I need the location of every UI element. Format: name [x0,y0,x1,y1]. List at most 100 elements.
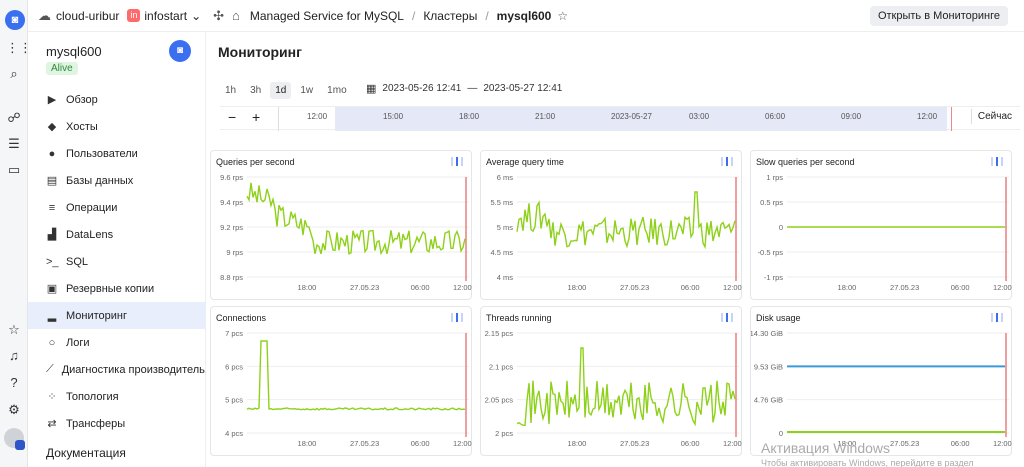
home-icon[interactable]: ⌂ [232,8,240,23]
x-tick-label: 18:00 [298,283,317,292]
sidebar-item[interactable]: ● Пользователи [28,140,206,167]
range-button[interactable]: 1mo [322,82,351,99]
now-button[interactable]: Сейчас [970,109,1018,124]
cloud-logo-icon[interactable]: ◙ [5,10,25,30]
series-line [516,347,736,427]
crumb-clusters[interactable]: Кластеры [423,9,477,23]
sql-icon: >_ [46,255,59,268]
calendar-icon: ▦ [366,83,377,95]
date-from: 2023-05-26 12:41 [382,83,462,94]
zoom-out-button[interactable]: − [228,109,236,125]
sidebar-item[interactable]: ◆ Хосты [28,113,206,140]
service-gear-icon[interactable]: ✣ [213,8,224,24]
logs-icon: ○ [48,336,56,349]
list-icon[interactable]: ☰ [6,136,22,152]
chart-plot: 1 rps 0.5 rps 0 -0.5 rps -1 rps 18:00 27.05.23… [758,173,1012,292]
chart-title: Disk usage [756,313,801,323]
sidebar-item[interactable]: ⇄ Трансферы [28,410,206,437]
apps-grid-icon[interactable]: ⋮⋮ [6,40,32,56]
sidebar-item[interactable]: ▶ Обзор [28,86,206,113]
date-to: 2023-05-27 12:41 [483,83,563,94]
sidebar-item[interactable]: ▣ Резервные копии [28,275,206,302]
help-icon[interactable]: ? [6,375,22,391]
date-range[interactable]: ▦ 2023-05-26 12:41 — 2023-05-27 12:41 [366,82,562,95]
sidebar-item[interactable]: ○ Логи [28,329,206,356]
y-tick-label: 4.5 ms [490,248,513,257]
y-tick-label: 2 pcs [495,429,513,438]
x-tick-label: 12:00 [453,439,472,448]
chart-title: Connections [216,313,267,323]
timeline-tick-label: 06:00 [765,112,786,121]
chart-panel: Average query time 6 ms 5.5 ms 5 ms 4.5 ms 4 … [480,150,742,300]
x-tick-label: 06:00 [951,439,970,448]
services-icon[interactable]: ☍ [6,110,22,126]
sidebar-item[interactable]: ≡ Операции [28,194,206,221]
y-tick-label: -0.5 rps [758,248,784,257]
favorite-star-icon[interactable]: ☆ [557,9,568,23]
settings-gear-icon[interactable]: ⚙ [6,402,22,418]
chart-menu-icon[interactable] [991,313,1003,322]
timeline-track[interactable]: 12:00 15:00 18:00 21:00 2023-05-27 03:00 06:00… [278,107,966,131]
chart-plot: 7 pcs 6 pcs 5 pcs 4 pcs 18:00 27.05.23 06:00 12… [225,329,472,448]
sidebar-item[interactable]: ▂ Мониторинг [28,302,206,329]
chart-title: Threads running [486,313,552,323]
chart-panel: Queries per second 9.6 rps 9.4 rps 9.2 rps 9… [210,150,472,300]
open-monitoring-button[interactable]: Открыть в Мониторинге [869,6,1008,26]
users-icon: ● [48,147,56,160]
notifications-bell-icon[interactable]: ♫ [6,348,22,364]
y-tick-label: 6 pcs [225,362,243,371]
y-tick-label: 5 pcs [225,396,243,405]
crumb-separator: / [485,8,489,23]
timeline-tick-label: 09:00 [841,112,862,121]
sidebar-item[interactable]: ⁘ Топология [28,383,206,410]
chart-title: Slow queries per second [756,157,855,167]
sidebar-item-label: Обзор [66,93,98,106]
timeline-now-line [951,107,952,131]
sidebar-item[interactable]: >_ SQL [28,248,206,275]
chart-menu-icon[interactable] [721,157,733,166]
range-button[interactable]: 1d [270,82,292,99]
search-icon[interactable]: ⌕ [6,66,22,82]
favorites-star-icon[interactable]: ☆ [6,322,22,338]
cloud-selector[interactable]: ☁ cloud-uribur [38,8,119,24]
range-button[interactable]: 3h [245,82,266,99]
sidebar-item[interactable]: ⟋ Диагностика производитель... [28,356,206,383]
avatar-badge-icon [15,440,25,450]
sidebar-item-label: Резервные копии [66,282,155,295]
cluster-name: mysql600 [46,44,102,59]
chart-title: Queries per second [216,157,295,167]
sidebar-item-label: Топология [66,390,119,403]
x-tick-label: 18:00 [838,283,857,292]
y-tick-label: 9.6 rps [220,173,243,182]
x-tick-label: 12:00 [723,283,742,292]
sidebar-item[interactable]: ▤ Базы данных [28,167,206,194]
y-tick-label: 5 ms [497,223,514,232]
page-title: Мониторинг [218,44,302,60]
chart-menu-icon[interactable] [721,313,733,322]
sidebar-item-label: Пользователи [66,147,138,160]
y-tick-label: 4.76 GiB [754,396,783,405]
chart-menu-icon[interactable] [991,157,1003,166]
sidebar-item[interactable]: ▟ DataLens [28,221,206,248]
archive-icon[interactable]: ▭ [6,162,22,178]
timeline[interactable]: − + 12:00 15:00 18:00 21:00 2023-05-27 03:00 0… [220,106,1020,131]
breadcrumb: Managed Service for MySQL / Кластеры / m… [250,9,551,23]
sidebar-item-label: Мониторинг [66,309,128,322]
cluster-action-icon[interactable]: ◙ [169,40,191,62]
x-tick-label: 06:00 [681,283,700,292]
x-tick-label: 27.05.23 [350,439,379,448]
documentation-link[interactable]: Документация [46,446,126,460]
zoom-in-button[interactable]: + [252,109,260,125]
range-button[interactable]: 1w [295,82,318,99]
x-tick-label: 27.05.23 [890,439,919,448]
sidebar-item-label: SQL [66,255,89,268]
chart-menu-icon[interactable] [451,313,463,322]
range-button[interactable]: 1h [220,82,241,99]
cloud-name: cloud-uribur [56,8,120,23]
crumb-service[interactable]: Managed Service for MySQL [250,9,404,23]
chart-menu-icon[interactable] [451,157,463,166]
windows-watermark-title: Активация Windows [761,440,891,456]
timeline-tick-label: 12:00 [307,112,328,121]
y-tick-label: 6 ms [497,173,514,182]
folder-selector[interactable]: infostart ⌄ [144,9,201,23]
